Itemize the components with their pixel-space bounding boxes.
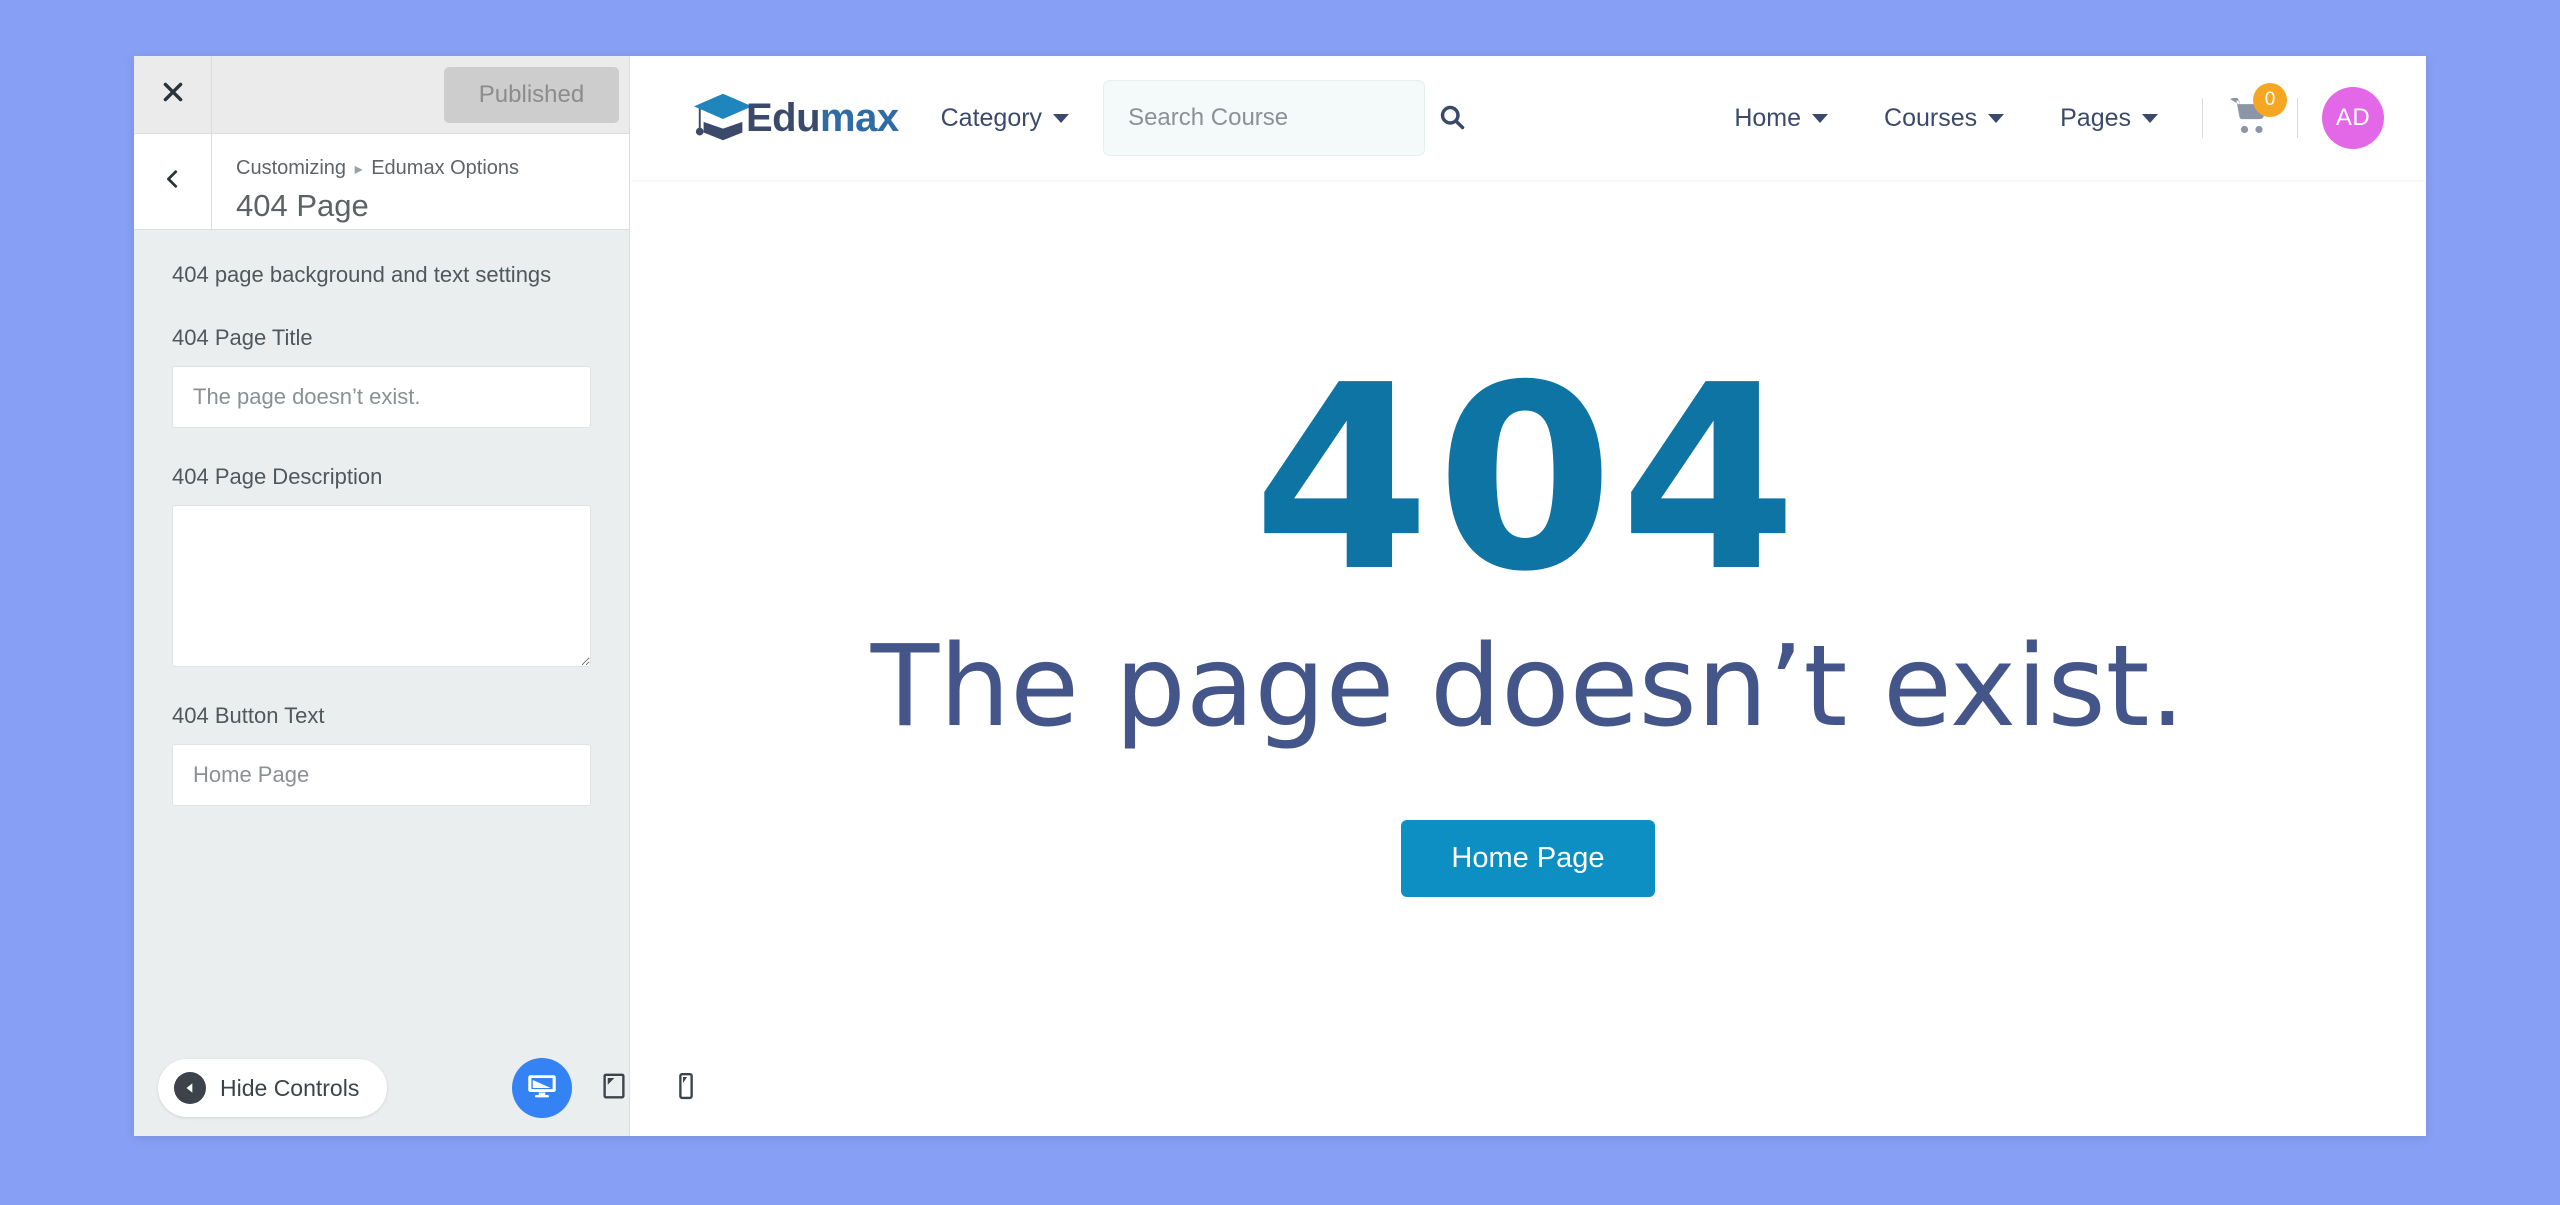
- site-preview: Edumax Category Home: [630, 56, 2426, 1136]
- breadcrumb-separator-icon: ▸: [354, 160, 363, 178]
- chevron-down-icon: [1988, 113, 2005, 123]
- page-title: 404 Page: [236, 187, 369, 223]
- customizer-panel-header: Customizing ▸ Edumax Options 404 Page: [134, 134, 629, 230]
- nav-item-category[interactable]: Category: [940, 103, 1070, 133]
- site-header: Edumax Category Home: [630, 56, 2426, 180]
- search-icon: [1438, 103, 1466, 134]
- desktop-icon: [527, 1071, 557, 1106]
- site-logo[interactable]: Edumax: [692, 89, 899, 147]
- header-divider: [2202, 98, 2203, 138]
- hide-controls-button[interactable]: Hide Controls: [158, 1059, 388, 1117]
- header-nav-right: Home Courses Pages 0 AD: [1678, 82, 2384, 149]
- brand-name-dark: Edu: [746, 95, 821, 140]
- home-page-button[interactable]: Home Page: [1401, 820, 1655, 898]
- customizer-sidebar: Published Customizing ▸ Edumax Options 4…: [134, 56, 693, 1136]
- nav-item-courses[interactable]: Courses: [1884, 103, 2005, 133]
- breadcrumb: Customizing ▸ Edumax Options: [236, 153, 629, 183]
- publish-button[interactable]: Published: [444, 66, 619, 123]
- 404-page-title-input[interactable]: [172, 365, 591, 428]
- customizer-controls: 404 page background and text settings 40…: [134, 230, 629, 1040]
- label-404-page-description: 404 Page Description: [172, 463, 383, 489]
- customizer-footer: Hide Controls: [134, 1040, 693, 1136]
- chevron-down-icon: [1812, 113, 1829, 123]
- tablet-icon: [599, 1071, 629, 1106]
- cart-button[interactable]: 0: [2229, 82, 2287, 141]
- brand-name-light: max: [820, 95, 899, 140]
- error-code: 404: [1252, 330, 1804, 628]
- brand-name: Edumax: [746, 96, 899, 141]
- error-title: The page doesn’t exist.: [870, 622, 2186, 753]
- 404-page-description-textarea[interactable]: [172, 504, 591, 667]
- label-404-page-title: 404 Page Title: [172, 324, 313, 350]
- device-tablet-button[interactable]: [584, 1058, 644, 1118]
- search-bar: [1103, 80, 1465, 156]
- close-customizer-button[interactable]: [134, 56, 212, 133]
- field-404-button-text: 404 Button Text: [172, 703, 591, 806]
- error-page-content: 404 The page doesn’t exist. Home Page: [630, 180, 2426, 1136]
- section-description: 404 page background and text settings: [172, 262, 552, 287]
- customizer-window: Published Customizing ▸ Edumax Options 4…: [134, 56, 2426, 1136]
- 404-button-text-input[interactable]: [172, 743, 591, 806]
- nav-item-pages-label: Pages: [2060, 103, 2131, 132]
- search-button[interactable]: [1438, 103, 1466, 134]
- field-404-page-title: 404 Page Title: [172, 325, 591, 428]
- chevron-down-icon: [1053, 113, 1070, 123]
- header-divider-2: [2297, 98, 2298, 138]
- panel-titles: Customizing ▸ Edumax Options 404 Page: [212, 134, 629, 229]
- nav-item-courses-label: Courses: [1884, 103, 1978, 132]
- graduation-cap-icon: [692, 89, 754, 147]
- hide-controls-label: Hide Controls: [220, 1074, 360, 1101]
- topbar-actions: Published: [212, 56, 629, 133]
- search-input[interactable]: [1128, 104, 1439, 132]
- nav-item-home[interactable]: Home: [1734, 103, 1829, 133]
- customizer-topbar: Published: [134, 56, 629, 134]
- nav-item-home-label: Home: [1734, 103, 1802, 132]
- chevron-down-icon: [2142, 113, 2158, 123]
- device-mobile-button[interactable]: [656, 1058, 716, 1118]
- cart-count-badge: 0: [2253, 82, 2287, 117]
- close-icon: [160, 79, 186, 110]
- caret-left-circle-icon: [174, 1072, 206, 1104]
- chevron-left-icon: [162, 166, 184, 197]
- device-preview-switcher: [512, 1058, 716, 1118]
- nav-item-pages[interactable]: Pages: [2060, 104, 2158, 133]
- breadcrumb-parent[interactable]: Edumax Options: [371, 157, 519, 179]
- device-desktop-button[interactable]: [512, 1058, 572, 1118]
- avatar[interactable]: AD: [2322, 87, 2384, 149]
- label-404-button-text: 404 Button Text: [172, 702, 325, 728]
- breadcrumb-root[interactable]: Customizing: [236, 157, 346, 179]
- back-button[interactable]: [134, 134, 212, 229]
- nav-item-category-label: Category: [940, 103, 1043, 132]
- field-404-page-description: 404 Page Description: [172, 464, 591, 667]
- mobile-icon: [671, 1071, 701, 1106]
